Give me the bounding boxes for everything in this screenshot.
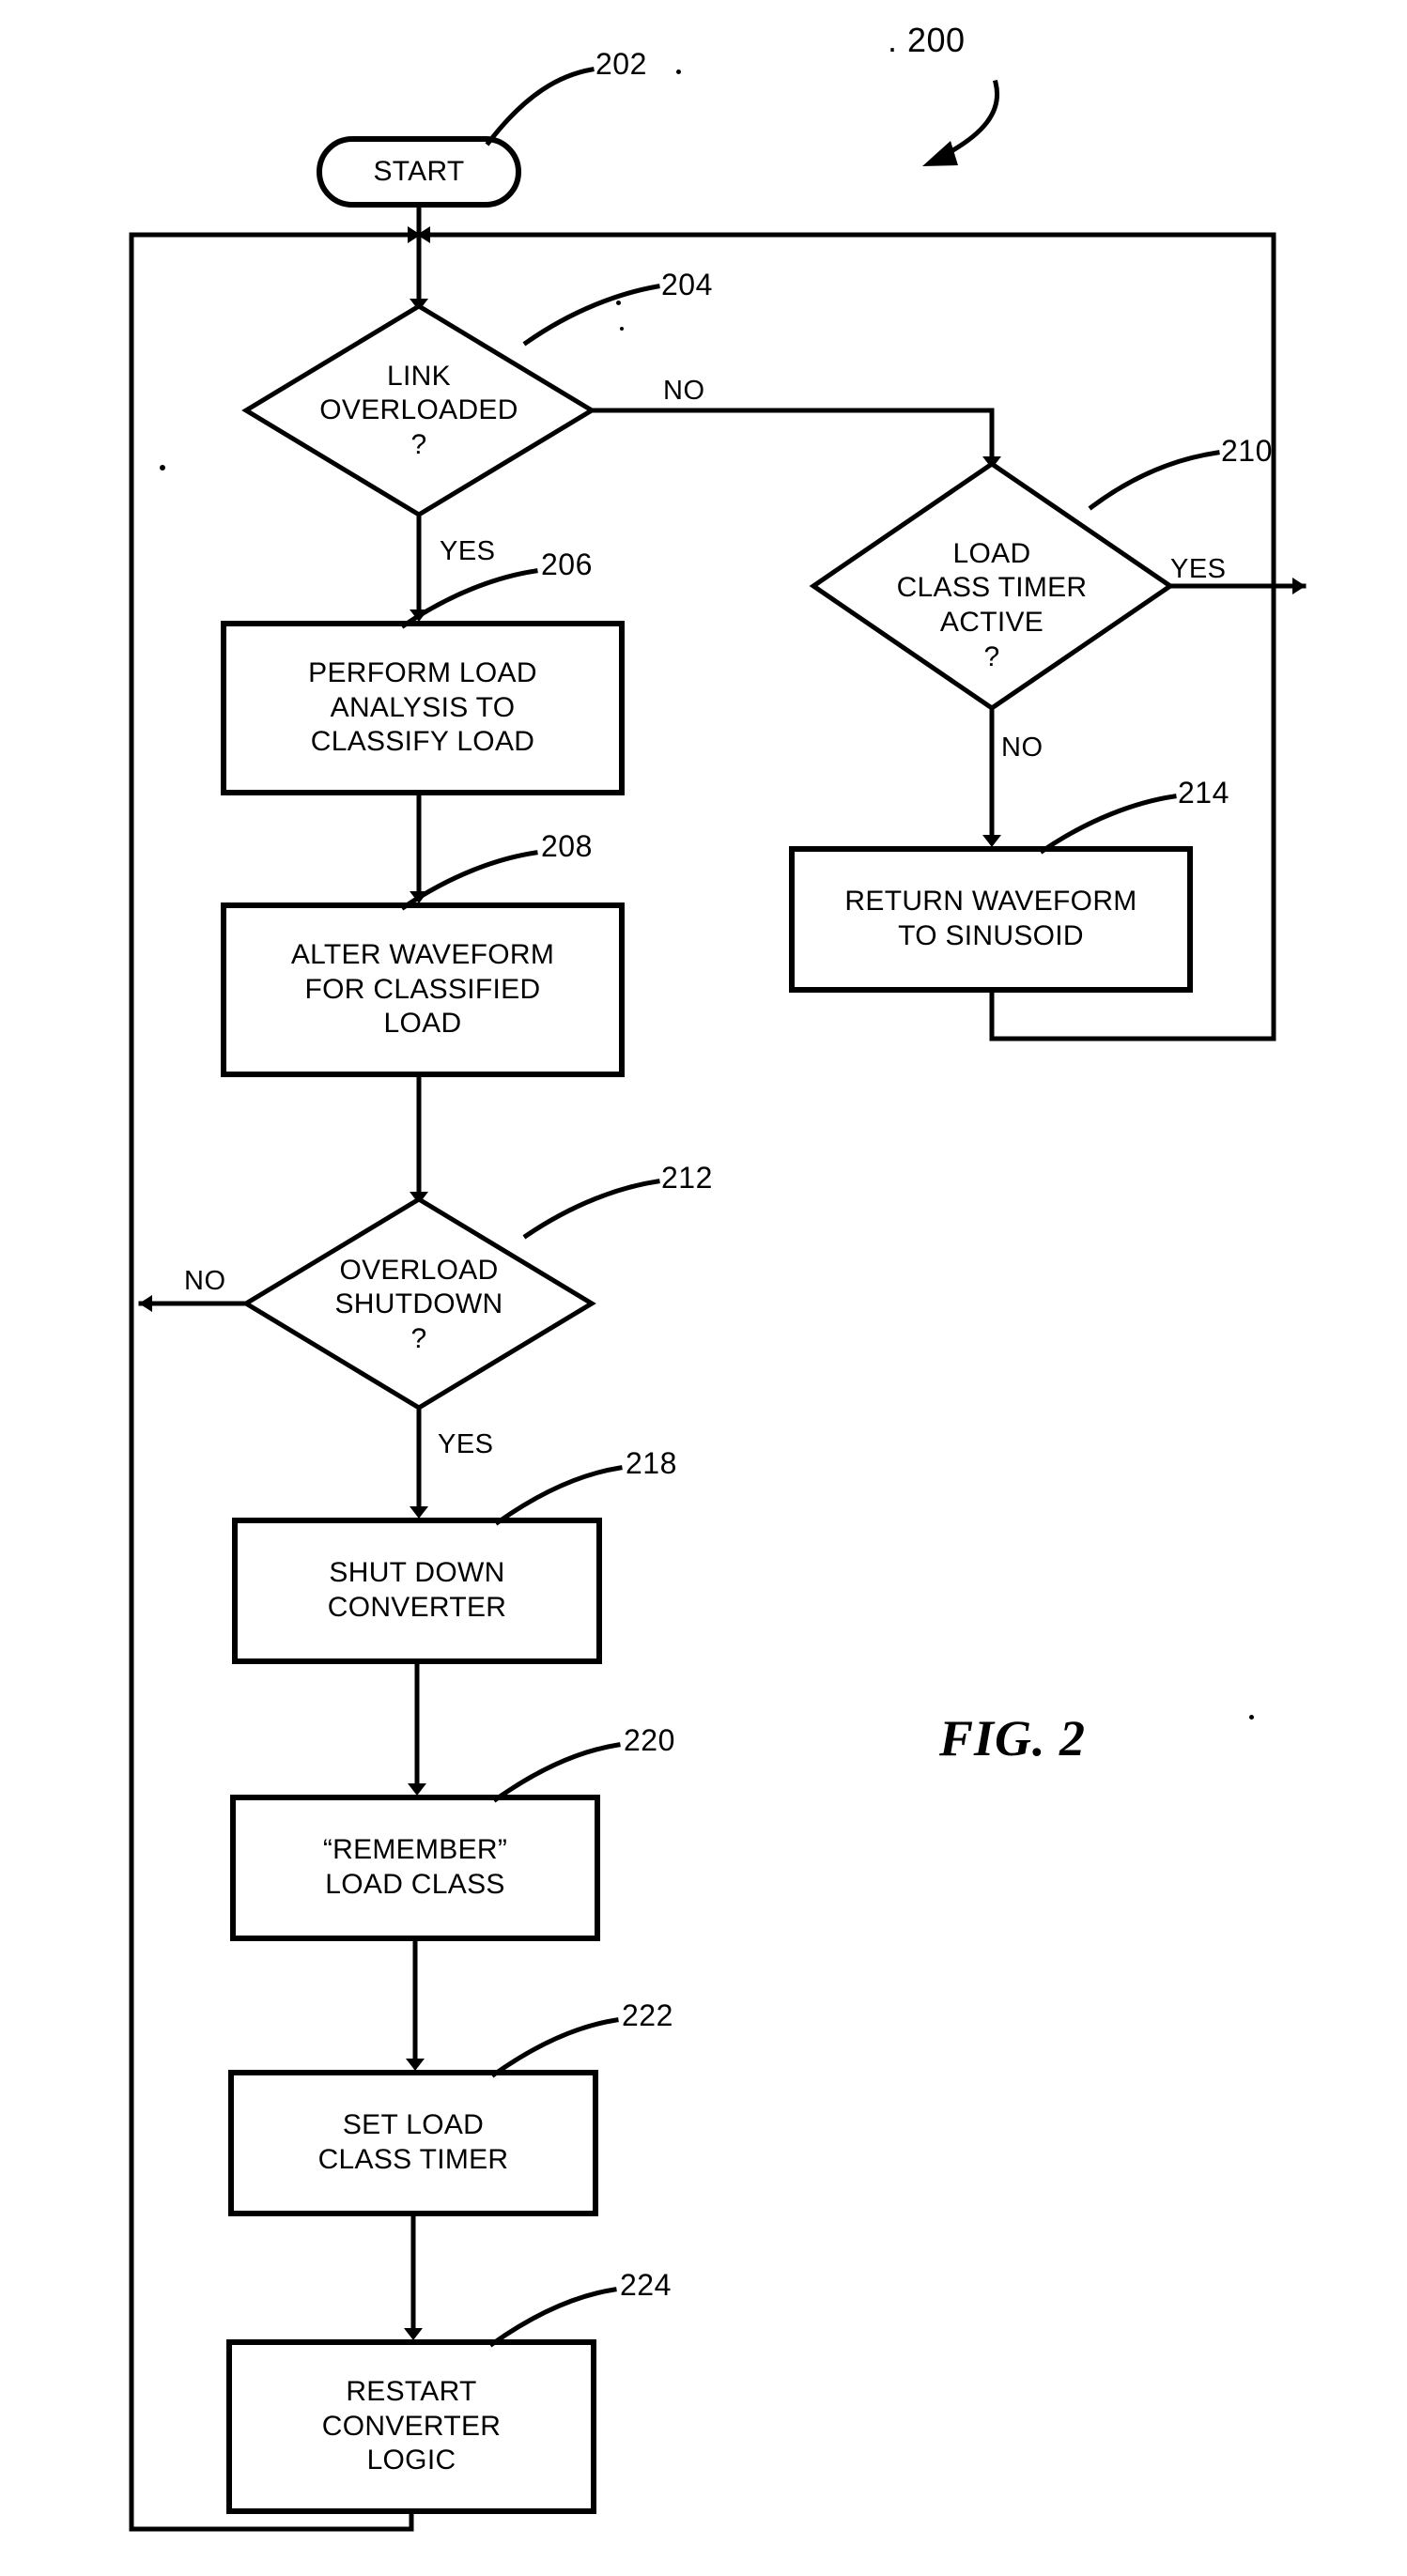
- leader-204: [522, 284, 660, 347]
- figure-number-200: . 200: [888, 21, 966, 59]
- leader-218: [494, 1465, 623, 1526]
- leader-222: [490, 2017, 619, 2078]
- scan-speck: [616, 301, 621, 305]
- process-restart-converter-logic-shape: [226, 2339, 596, 2514]
- ref-220: 220: [624, 1723, 675, 1757]
- leader-220: [492, 1742, 621, 1803]
- decision-overload-shutdown-shape: [241, 1196, 596, 1411]
- process-alter-waveform-shape: [221, 902, 625, 1077]
- ref-214: 214: [1178, 776, 1229, 810]
- ref-224: 224: [620, 2268, 672, 2302]
- leader-224: [488, 2287, 617, 2348]
- edge-label-link-overloaded-yes: YES: [440, 536, 496, 566]
- ref-204: 204: [661, 268, 713, 301]
- ref-210: 210: [1221, 434, 1273, 468]
- process-perform-load-analysis-shape: [221, 621, 625, 795]
- ref-208: 208: [541, 829, 593, 863]
- scan-speck: [160, 465, 165, 470]
- process-return-waveform-shape: [789, 846, 1193, 993]
- decision-load-class-timer-shape: [809, 460, 1175, 712]
- leader-208: [400, 850, 538, 911]
- start-terminator-shape: [317, 136, 521, 208]
- edge-label-link-overloaded-no: NO: [663, 376, 705, 406]
- figure-arrow-200-head: [922, 141, 958, 166]
- edge-label-overload-shutdown-yes: YES: [438, 1429, 494, 1459]
- process-shut-down-converter-shape: [232, 1518, 602, 1664]
- ref-218: 218: [626, 1446, 677, 1480]
- patent-figure: START 202 . 200 LINK OVERLOADED ? 204 NO…: [0, 0, 1407, 2576]
- ref-222: 222: [622, 1998, 673, 2032]
- ref-206: 206: [541, 548, 593, 581]
- process-set-load-class-timer-shape: [228, 2070, 598, 2216]
- ref-202: 202: [595, 47, 647, 81]
- ref-212: 212: [661, 1161, 713, 1195]
- edge-label-overload-shutdown-no: NO: [184, 1266, 226, 1296]
- scan-speck: [676, 69, 681, 74]
- figure-caption: FIG. 2: [939, 1710, 1087, 1766]
- scan-speck: [620, 327, 624, 331]
- leader-212: [522, 1179, 660, 1240]
- leader-206: [400, 568, 538, 629]
- edge-label-timer-active-yes: YES: [1170, 554, 1227, 584]
- scan-speck: [1249, 1715, 1254, 1720]
- edge-link-overloaded-no: [589, 408, 1001, 469]
- leader-202: [485, 67, 595, 147]
- edge-214-to-rail: [989, 987, 1276, 1041]
- leader-214: [1039, 794, 1177, 855]
- leader-210: [1088, 450, 1220, 511]
- decision-link-overloaded-shape: [241, 303, 596, 517]
- edge-label-timer-active-no: NO: [1001, 733, 1044, 763]
- process-remember-load-class-shape: [230, 1795, 600, 1941]
